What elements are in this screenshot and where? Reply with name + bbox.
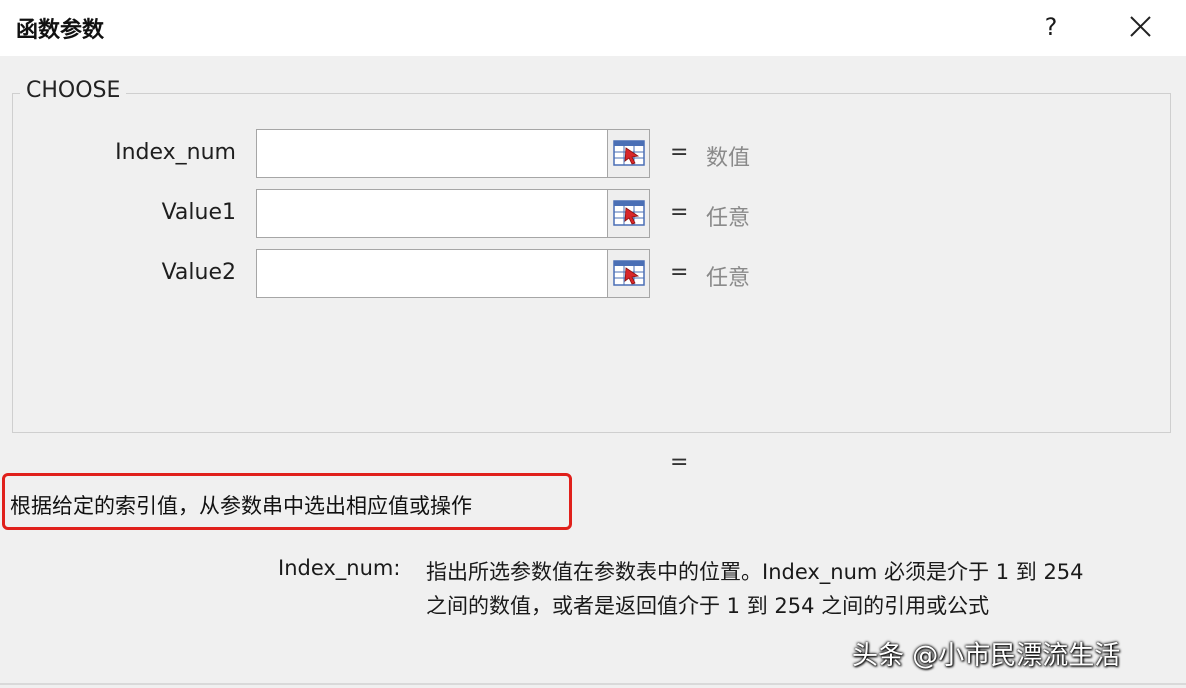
- index-num-ref-button[interactable]: [608, 129, 650, 178]
- arg-description-name: Index_num:: [278, 556, 401, 580]
- range-select-icon: [613, 260, 645, 286]
- arg-result-hint: 任意: [706, 206, 751, 231]
- arg-equals: =: [670, 140, 689, 165]
- range-select-icon: [613, 200, 645, 226]
- bottom-divider: [0, 683, 1186, 685]
- arg-equals: =: [670, 260, 689, 285]
- arg-label-value1: Value1: [161, 200, 236, 225]
- function-description: 根据给定的索引值，从参数串中选出相应值或操作: [10, 494, 472, 518]
- close-icon: [1130, 16, 1151, 37]
- value1-ref-button[interactable]: [608, 189, 650, 238]
- function-name: CHOOSE: [20, 78, 127, 103]
- formula-result-equals: =: [670, 450, 689, 475]
- help-button[interactable]: ?: [1036, 10, 1066, 44]
- dialog-titlebar: 函数参数 ?: [0, 0, 1186, 56]
- arg-result-hint: 任意: [706, 266, 751, 291]
- range-select-icon: [613, 140, 645, 166]
- arg-description-line1: 指出所选参数值在参数表中的位置。Index_num 必须是介于 1 到 254: [426, 560, 1084, 584]
- arg-description-line2: 之间的数值，或者是返回值介于 1 到 254 之间的引用或公式: [426, 594, 990, 618]
- arg-result-hint: 数值: [706, 146, 751, 171]
- arg-label-value2: Value2: [161, 260, 236, 285]
- arg-label-index-num: Index_num: [115, 140, 236, 165]
- value2-ref-button[interactable]: [608, 249, 650, 298]
- arg-equals: =: [670, 200, 689, 225]
- close-button[interactable]: [1122, 10, 1158, 44]
- value2-input[interactable]: [256, 249, 608, 298]
- index-num-input[interactable]: [256, 129, 608, 178]
- value1-input[interactable]: [256, 189, 608, 238]
- watermark: 头条 @小市民漂流生活: [852, 641, 1121, 671]
- dialog-title: 函数参数: [16, 18, 105, 43]
